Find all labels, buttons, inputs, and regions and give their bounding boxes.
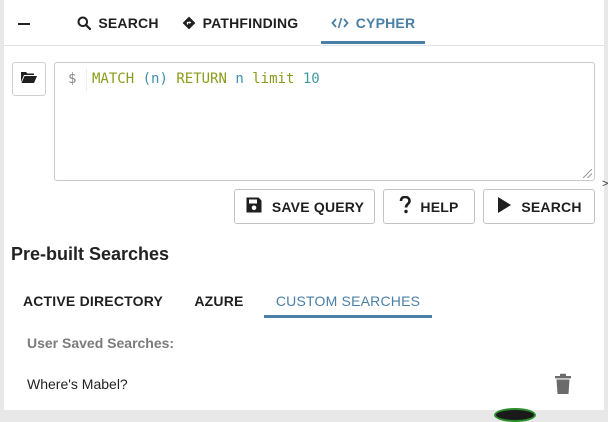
minus-icon[interactable] xyxy=(18,23,30,25)
trash-icon[interactable] xyxy=(554,373,572,400)
open-saved-queries-button[interactable] xyxy=(12,62,46,96)
tab-azure-label: AZURE xyxy=(194,292,244,309)
floppy-disk-icon xyxy=(245,196,263,217)
prompt-divider xyxy=(86,69,87,91)
tab-search-label: SEARCH xyxy=(98,15,159,31)
question-mark-icon xyxy=(399,195,412,217)
status-indicator xyxy=(494,408,536,422)
editor-prompt: $ xyxy=(68,71,77,87)
search-label: SEARCH xyxy=(521,198,582,215)
tab-pathfinding[interactable]: PATHFINDING xyxy=(181,0,299,46)
limit-number: 10 xyxy=(302,71,320,87)
list-item[interactable]: Where's Mabel? xyxy=(11,364,599,404)
resize-handle[interactable] xyxy=(583,169,592,178)
folder-open-icon xyxy=(20,70,38,89)
keyword-match: MATCH xyxy=(92,71,135,87)
cypher-panel: SEARCH PATHFINDING CYPHER $ MATCH ( n) RE… xyxy=(4,0,608,410)
tab-active-directory-label: ACTIVE DIRECTORY xyxy=(22,292,164,309)
close-paren: ) xyxy=(159,71,168,87)
user-saved-searches-label: User Saved Searches: xyxy=(27,335,175,351)
save-query-button[interactable]: SAVE QUERY xyxy=(234,189,375,224)
keyword-return: RETURN xyxy=(176,71,227,87)
return-variable: n xyxy=(235,71,244,87)
diamond-route-icon xyxy=(182,16,196,30)
cypher-query-text[interactable]: MATCH (n) RETURN n limit 10 xyxy=(92,71,320,87)
tab-cypher[interactable]: CYPHER xyxy=(321,0,425,46)
tab-cypher-label: CYPHER xyxy=(355,15,416,31)
help-button[interactable]: HELP xyxy=(383,189,475,224)
search-icon xyxy=(77,16,92,30)
tab-search[interactable]: SEARCH xyxy=(76,0,160,46)
tab-active-directory[interactable]: ACTIVE DIRECTORY xyxy=(11,283,175,318)
open-paren: ( xyxy=(142,71,152,87)
tab-custom-searches-label: CUSTOM SEARCHES xyxy=(275,292,421,309)
prebuilt-searches-title: Pre-built Searches xyxy=(11,244,170,264)
keyword-limit: limit xyxy=(252,71,295,87)
cypher-query-editor[interactable]: $ MATCH (n) RETURN n limit 10 xyxy=(54,62,595,181)
saved-search-name[interactable]: Where's Mabel? xyxy=(27,376,128,392)
top-tab-bar: SEARCH PATHFINDING CYPHER xyxy=(4,0,604,46)
search-button[interactable]: SEARCH xyxy=(483,189,595,224)
prebuilt-tab-bar: ACTIVE DIRECTORY AZURE CUSTOM SEARCHES xyxy=(11,283,604,318)
code-icon xyxy=(331,16,349,30)
chevron-right-icon[interactable]: > xyxy=(602,178,608,190)
tab-pathfinding-label: PATHFINDING xyxy=(202,15,299,31)
save-query-label: SAVE QUERY xyxy=(271,198,365,215)
tab-azure[interactable]: AZURE xyxy=(189,283,249,318)
help-label: HELP xyxy=(420,198,459,215)
tab-custom-searches[interactable]: CUSTOM SEARCHES xyxy=(264,283,432,318)
play-icon xyxy=(496,196,512,217)
